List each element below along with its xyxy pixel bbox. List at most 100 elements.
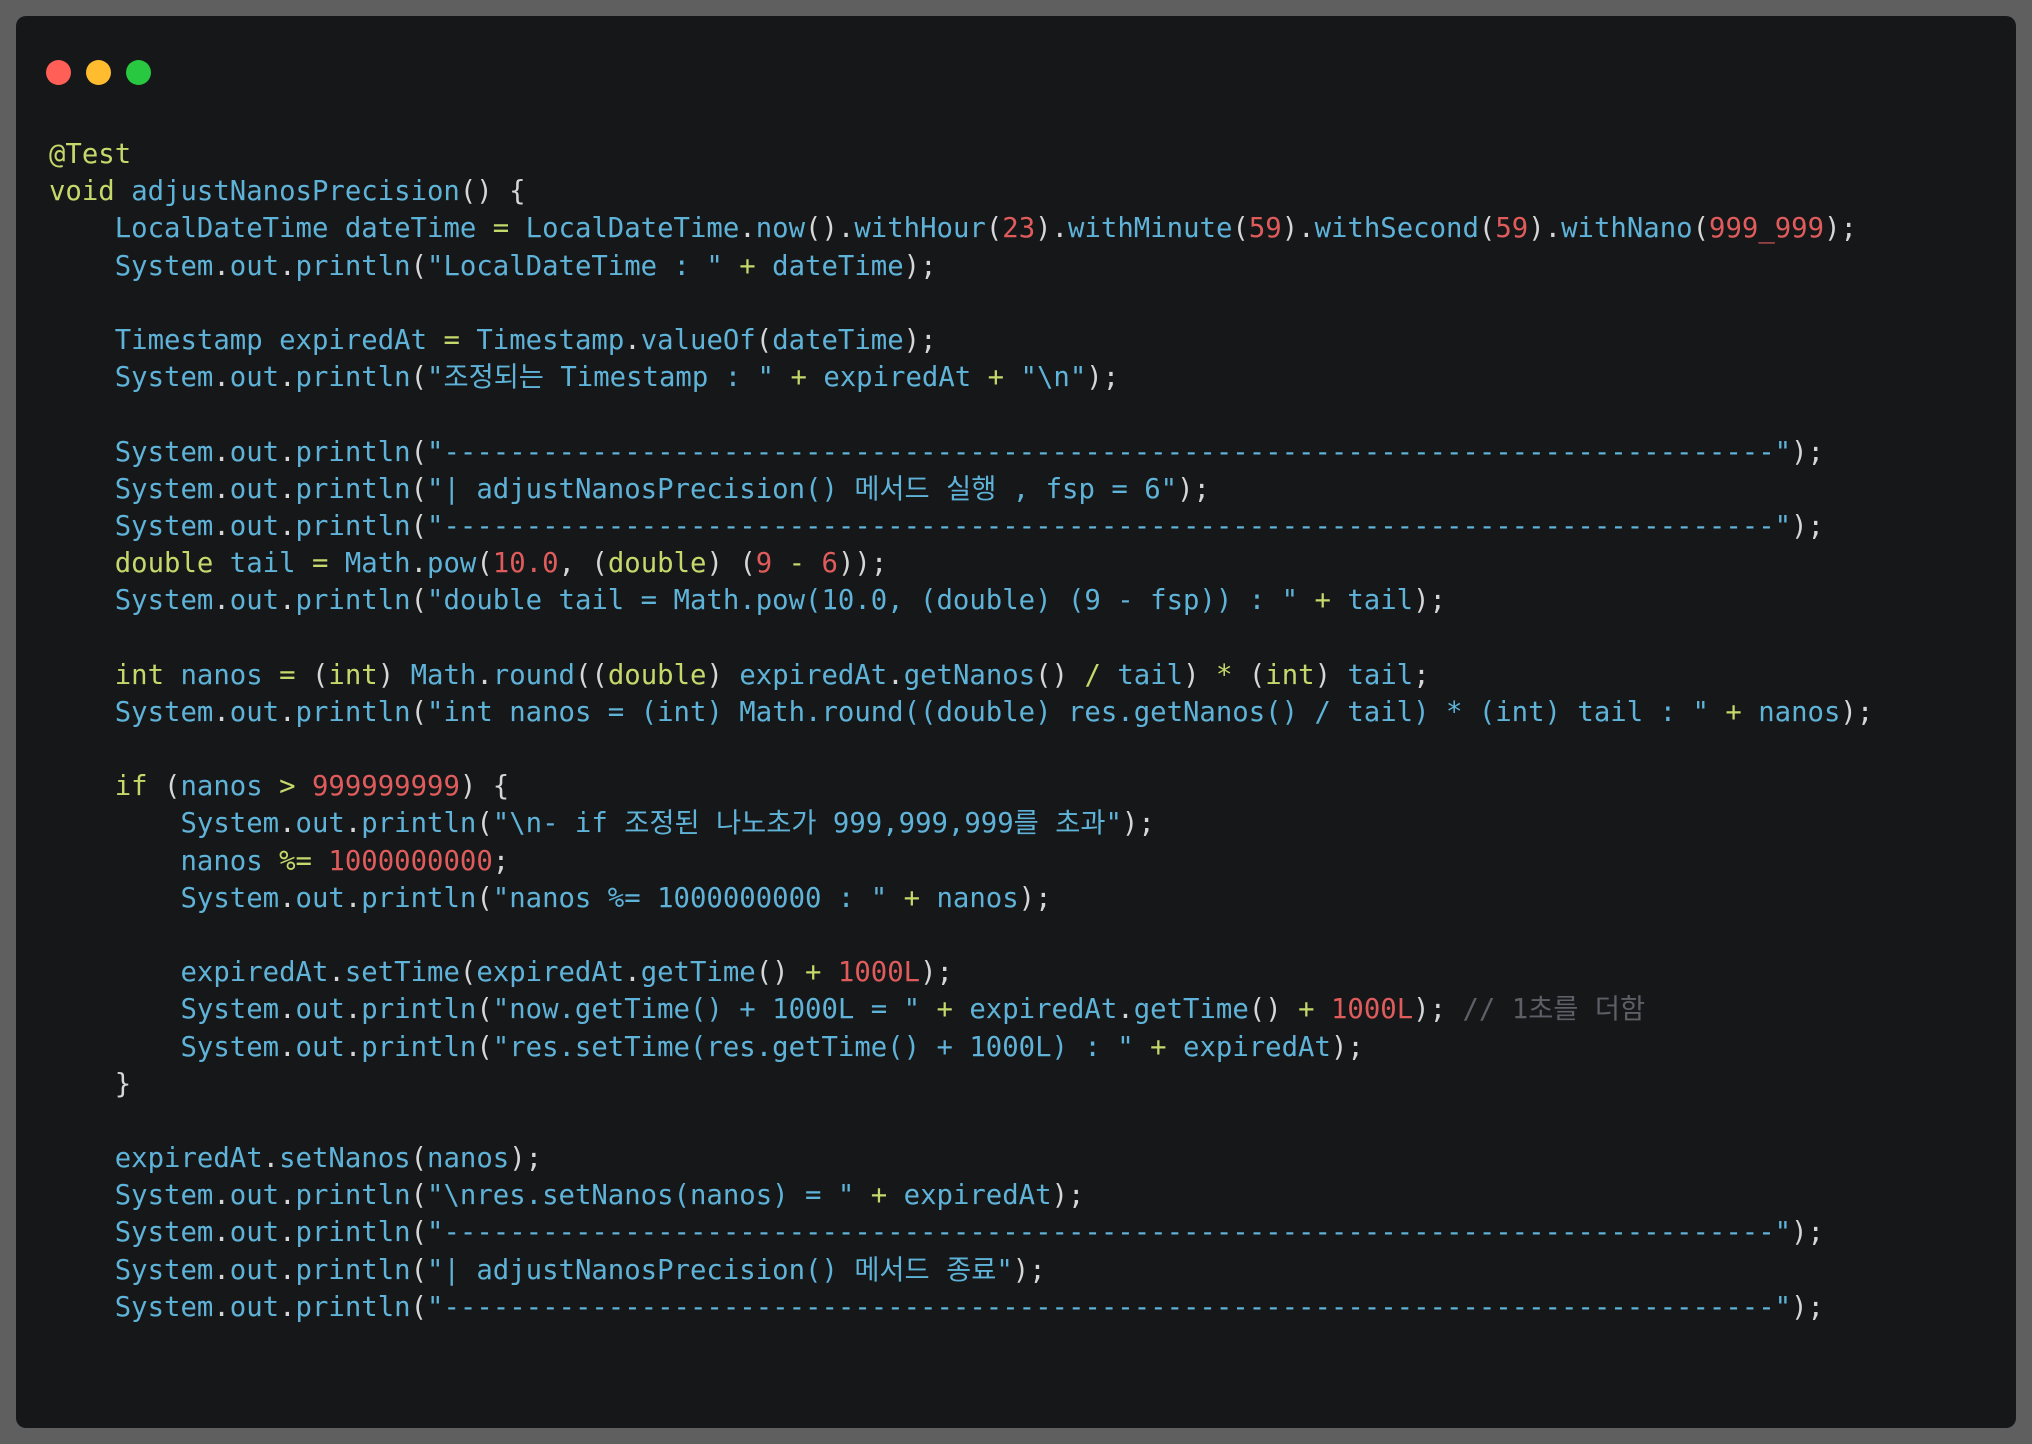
code-token: . <box>279 510 296 542</box>
code-token: out <box>229 1254 280 1286</box>
code-token: )); <box>837 548 888 580</box>
code-token: ( <box>410 473 428 505</box>
code-line: System.out.println("조정되는 Timestamp : " +… <box>49 359 1873 396</box>
code-token: + <box>790 362 807 394</box>
code-token: = <box>492 213 510 245</box>
code-token: ). <box>1528 213 1562 245</box>
code-token: ); <box>1177 473 1210 505</box>
code-token: 6 <box>821 548 838 580</box>
code-token: out <box>229 1180 280 1212</box>
code-token: ( <box>410 696 428 728</box>
code-token: nanos <box>1758 696 1841 728</box>
code-token: . <box>213 473 230 505</box>
code-token: ; <box>1413 659 1430 691</box>
code-token: ( <box>476 994 493 1026</box>
code-token: + <box>1314 585 1331 617</box>
code-token: (( <box>574 659 608 691</box>
window-controls <box>46 60 151 85</box>
code-token: = <box>443 324 460 356</box>
code-token: println <box>361 808 477 840</box>
code-token: println <box>295 362 411 394</box>
code-token: System <box>114 362 214 394</box>
code-token: nanos <box>936 882 1019 914</box>
code-token: ( <box>147 771 181 803</box>
code-token: . <box>213 585 230 617</box>
code-token: . <box>213 510 230 542</box>
code-line: nanos %= 1000000000; <box>49 843 1873 880</box>
code-token: 9 <box>755 548 773 580</box>
code-token: nanos <box>180 659 263 691</box>
code-token: System <box>114 510 214 542</box>
code-token: ( <box>410 362 428 394</box>
code-token: out <box>229 696 280 728</box>
code-token: . <box>213 1291 230 1323</box>
code-token: . <box>279 1180 296 1212</box>
code-line: System.out.println("--------------------… <box>49 508 1873 545</box>
code-token: + <box>1725 696 1742 728</box>
code-token: System <box>114 585 214 617</box>
code-token: out <box>229 436 280 468</box>
code-token: tail <box>1117 659 1184 691</box>
code-line: double tail = Math.pow(10.0, (double) (9… <box>49 545 1873 582</box>
code-token: ( <box>410 1217 428 1249</box>
code-token: out <box>229 250 280 282</box>
code-token: ( <box>1232 213 1249 245</box>
code-token: ( <box>295 659 329 691</box>
code-token: System <box>114 1180 214 1212</box>
code-token: withSecond <box>1314 213 1479 245</box>
code-line: LocalDateTime dateTime = LocalDateTime.n… <box>49 210 1873 247</box>
code-token: . <box>279 1031 296 1063</box>
close-button[interactable] <box>46 60 71 85</box>
code-line: System.out.println("| adjustNanosPrecisi… <box>49 471 1873 508</box>
code-token: ( <box>1478 213 1496 245</box>
code-token: Math <box>344 548 411 580</box>
code-token: ( <box>476 548 493 580</box>
code-token: expiredAt <box>1183 1031 1331 1063</box>
code-token: ( <box>410 510 428 542</box>
code-token: . <box>476 659 493 691</box>
code-token: . <box>279 882 296 914</box>
code-token: . <box>739 213 756 245</box>
code-token: int <box>114 659 165 691</box>
minimize-button[interactable] <box>86 60 111 85</box>
maximize-button[interactable] <box>126 60 151 85</box>
code-token: . <box>887 659 904 691</box>
code-token: . <box>279 473 296 505</box>
code-token: . <box>279 362 296 394</box>
code-token: println <box>295 1254 411 1286</box>
code-token: System <box>180 808 280 840</box>
code-token: println <box>295 250 411 282</box>
code-token: ( <box>410 250 428 282</box>
code-token: ( <box>410 585 428 617</box>
code-token: int <box>328 659 378 691</box>
code-token: . <box>279 585 296 617</box>
code-token: nanos <box>180 845 263 877</box>
code-block[interactable]: @Test void adjustNanosPrecision() { Local… <box>49 136 1873 1326</box>
code-token: System <box>114 1291 214 1323</box>
code-token: + <box>870 1180 888 1212</box>
code-token: dateTime <box>772 324 904 356</box>
